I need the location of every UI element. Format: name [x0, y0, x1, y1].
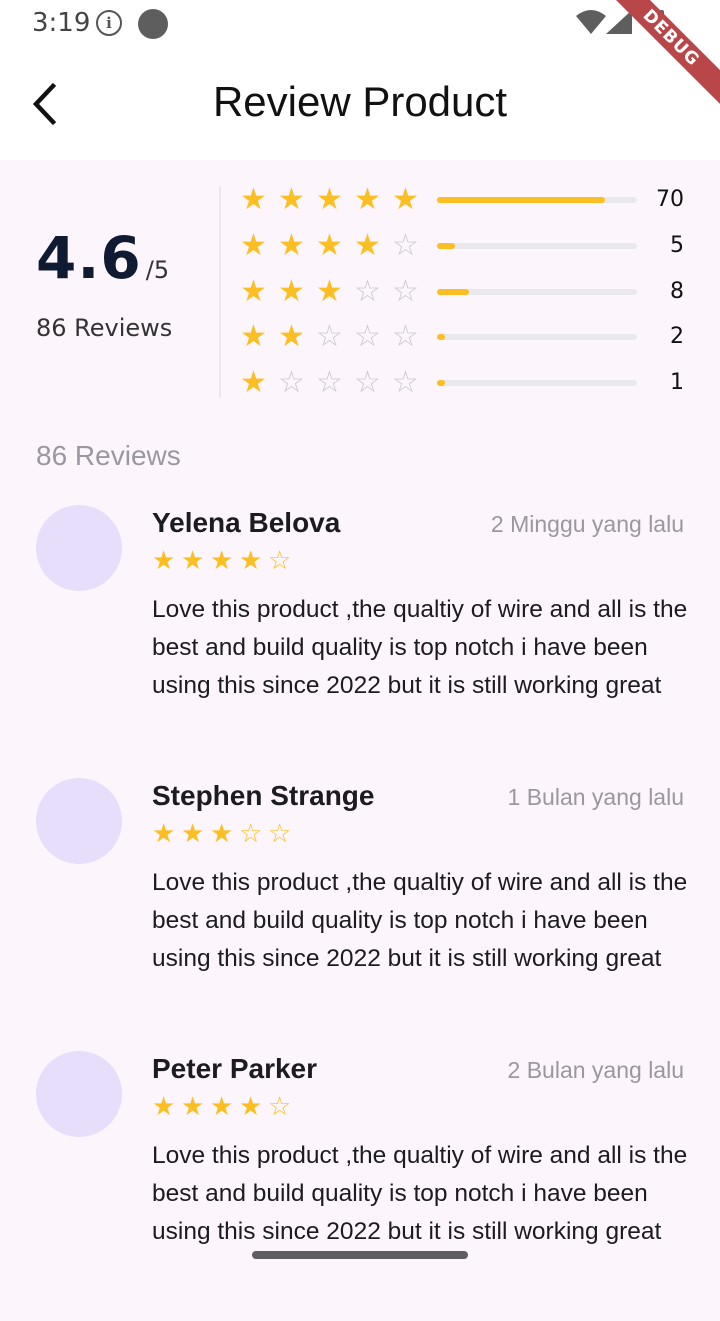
- avatar: [36, 778, 122, 864]
- divider: [219, 186, 221, 398]
- rating-bar-fill: [437, 197, 605, 203]
- average-rating: 4.6/5: [36, 224, 169, 292]
- star-outline-icon: ☆: [268, 545, 292, 575]
- rating-bar-fill: [437, 289, 469, 295]
- home-indicator[interactable]: [252, 1251, 468, 1259]
- star-filled-icon: ★: [240, 366, 267, 399]
- star-filled-icon: ★: [354, 183, 381, 216]
- review-text: Love this product ,the qualtiy of wire a…: [152, 596, 688, 699]
- star-filled-icon: ★: [152, 1091, 176, 1121]
- star-filled-icon: ★: [152, 545, 176, 575]
- rating-bar-fill: [437, 334, 445, 340]
- rating-bar-fill: [437, 380, 445, 386]
- review-item: Yelena Belova 2 Minggu yang lalu ★ ★ ★ ★ ☆ Love…: [0, 505, 720, 775]
- rating-row-stars: ★ ★ ☆ ☆ ☆: [240, 317, 430, 357]
- reviewer-name: Yelena Belova: [152, 507, 341, 538]
- star-filled-icon: ★: [152, 818, 176, 848]
- star-filled-icon: ★: [278, 183, 305, 216]
- reviewer-name: Peter Parker: [152, 1053, 318, 1084]
- rating-row: ★ ☆ ☆ ☆ ☆ 1: [240, 363, 700, 403]
- app-bar: Review Product: [0, 48, 720, 160]
- review-date: 1 Bulan yang lalu: [507, 784, 684, 810]
- star-filled-icon: ★: [392, 183, 419, 216]
- rating-row-count: 5: [670, 233, 684, 258]
- star-outline-icon: ☆: [278, 366, 305, 399]
- rating-row-count: 2: [670, 324, 684, 349]
- info-icon: i: [96, 10, 122, 36]
- star-outline-icon: ☆: [239, 818, 263, 848]
- rating-bar: [437, 243, 637, 249]
- star-filled-icon: ★: [278, 275, 305, 308]
- rating-row-stars: ★ ★ ★ ☆ ☆: [240, 272, 430, 312]
- star-outline-icon: ☆: [354, 275, 381, 308]
- rating-row-count: 70: [656, 187, 684, 212]
- star-filled-icon: ★: [354, 229, 381, 262]
- star-filled-icon: ★: [210, 818, 234, 848]
- star-outline-icon: ☆: [268, 818, 292, 848]
- review-stars: ★ ★ ★ ★ ☆: [152, 1089, 297, 1123]
- review-stars: ★ ★ ★ ★ ☆: [152, 543, 297, 577]
- star-filled-icon: ★: [239, 545, 263, 575]
- star-outline-icon: ☆: [392, 229, 419, 262]
- reviewer-name: Stephen Strange: [152, 780, 375, 811]
- review-date: 2 Bulan yang lalu: [507, 1057, 684, 1083]
- rating-row: ★ ★ ★ ★ ★ 70: [240, 180, 700, 220]
- rating-row-stars: ★ ★ ★ ★ ★: [240, 180, 430, 220]
- reviews-heading: 86 Reviews: [36, 440, 181, 471]
- status-time: 3:19: [32, 8, 91, 38]
- review-date: 2 Minggu yang lalu: [490, 511, 684, 537]
- star-filled-icon: ★: [316, 275, 343, 308]
- average-rating-outof: /5: [145, 256, 170, 284]
- review-text: Love this product ,the qualtiy of wire a…: [152, 1142, 688, 1245]
- star-filled-icon: ★: [316, 183, 343, 216]
- rating-bar: [437, 380, 637, 386]
- star-filled-icon: ★: [239, 1091, 263, 1121]
- avatar: [36, 505, 122, 591]
- page-title: Review Product: [212, 78, 508, 125]
- review-text: Love this product ,the qualtiy of wire a…: [152, 869, 688, 972]
- star-outline-icon: ☆: [268, 1091, 292, 1121]
- star-outline-icon: ☆: [392, 275, 419, 308]
- rating-row-count: 1: [670, 370, 684, 395]
- review-item: Peter Parker 2 Bulan yang lalu ★ ★ ★ ★ ☆ Love t…: [0, 1051, 720, 1321]
- summary-review-count: 86 Reviews: [36, 314, 173, 342]
- star-filled-icon: ★: [181, 818, 205, 848]
- rating-summary: 4.6/5 86 Reviews ★ ★ ★ ★ ★ 70 ★ ★ ★ ★ ☆ 5 ★ ★ ★ ☆ ☆ 8 ★ ★ ☆ ☆…: [0, 160, 720, 410]
- star-filled-icon: ★: [240, 275, 267, 308]
- star-filled-icon: ★: [181, 545, 205, 575]
- rating-row: ★ ★ ★ ☆ ☆ 8: [240, 272, 700, 312]
- star-outline-icon: ☆: [354, 320, 381, 353]
- star-filled-icon: ★: [316, 229, 343, 262]
- star-outline-icon: ☆: [354, 366, 381, 399]
- avatar: [36, 1051, 122, 1137]
- rating-bar: [437, 289, 637, 295]
- wifi-icon: [576, 10, 606, 34]
- rating-row-stars: ★ ☆ ☆ ☆ ☆: [240, 363, 430, 403]
- rating-row: ★ ★ ☆ ☆ ☆ 2: [240, 317, 700, 357]
- star-filled-icon: ★: [278, 320, 305, 353]
- average-rating-value: 4.6: [36, 224, 142, 292]
- star-filled-icon: ★: [240, 229, 267, 262]
- dot-icon: [138, 9, 168, 39]
- rating-row-stars: ★ ★ ★ ★ ☆: [240, 226, 430, 266]
- star-filled-icon: ★: [278, 229, 305, 262]
- star-filled-icon: ★: [240, 183, 267, 216]
- rating-bar: [437, 334, 637, 340]
- status-bar: 3:19 i: [0, 0, 720, 48]
- star-outline-icon: ☆: [316, 366, 343, 399]
- star-outline-icon: ☆: [316, 320, 343, 353]
- star-filled-icon: ★: [210, 1091, 234, 1121]
- review-item: Stephen Strange 1 Bulan yang lalu ★ ★ ★ ☆ ☆ Lov…: [0, 778, 720, 1048]
- review-stars: ★ ★ ★ ☆ ☆: [152, 816, 297, 850]
- star-outline-icon: ☆: [392, 320, 419, 353]
- rating-bar-fill: [437, 243, 455, 249]
- star-filled-icon: ★: [210, 545, 234, 575]
- rating-row: ★ ★ ★ ★ ☆ 5: [240, 226, 700, 266]
- star-outline-icon: ☆: [392, 366, 419, 399]
- star-filled-icon: ★: [181, 1091, 205, 1121]
- rating-row-count: 8: [670, 279, 684, 304]
- star-filled-icon: ★: [240, 320, 267, 353]
- rating-bar: [437, 197, 637, 203]
